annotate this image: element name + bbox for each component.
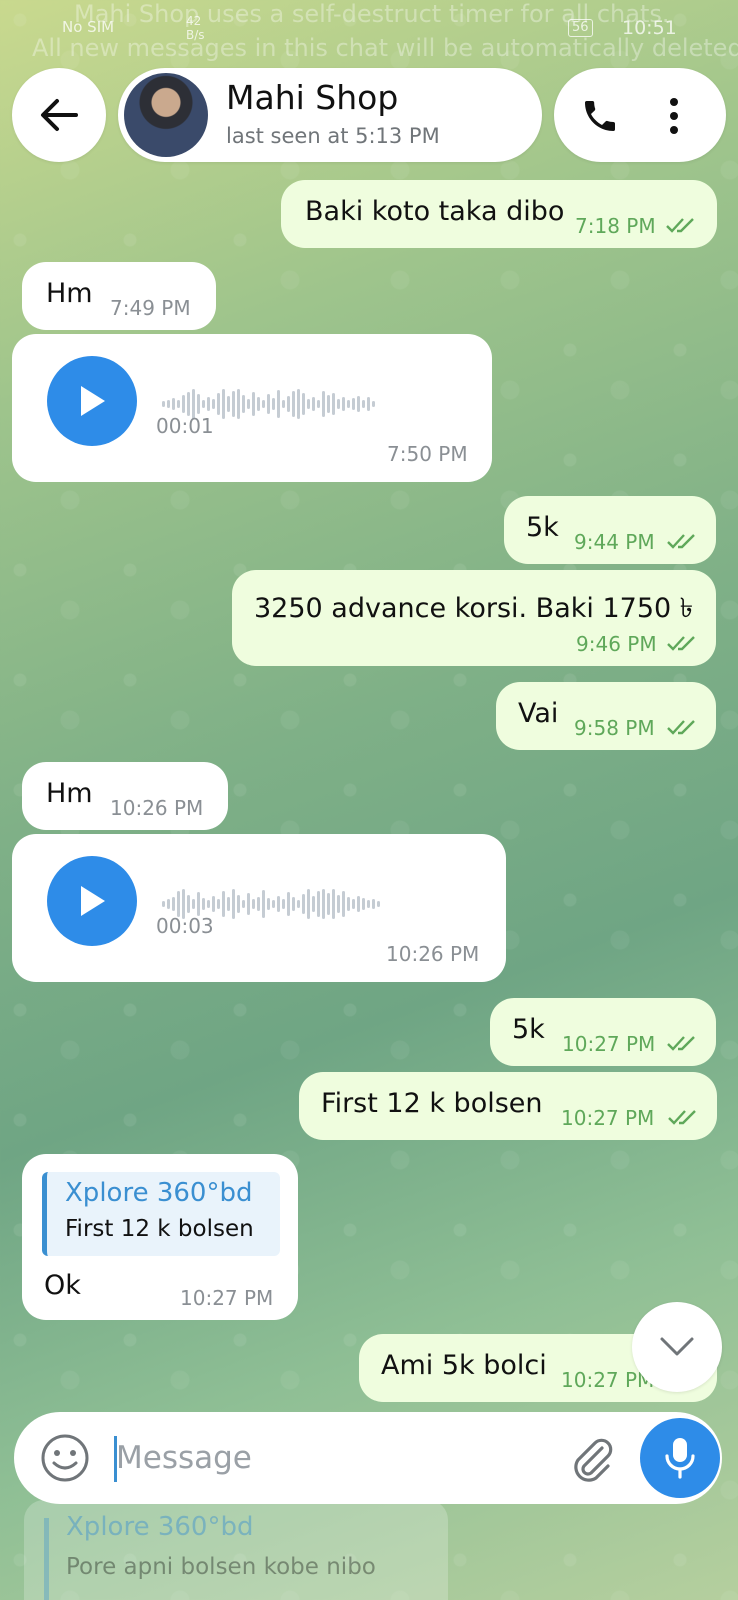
- message-time: 9:46 PM: [576, 632, 657, 656]
- reply-message-incoming[interactable]: Xplore 360°bd First 12 k bolsen Ok 10:27…: [22, 1154, 298, 1320]
- chat-profile-header[interactable]: Mahi Shop last seen at 5:13 PM: [118, 68, 542, 162]
- message-text: First 12 k bolsen: [321, 1088, 543, 1119]
- message-text: Baki koto taka dibo: [305, 196, 565, 227]
- message-time: 7:18 PM: [575, 214, 656, 238]
- back-button[interactable]: [12, 68, 106, 162]
- avatar[interactable]: [124, 73, 208, 157]
- message-text: Ok: [44, 1270, 81, 1301]
- phone-icon[interactable]: [580, 96, 620, 136]
- voice-message-incoming[interactable]: 00:01 7:50 PM: [12, 334, 492, 482]
- self-destruct-notice-line1: Mahi Shop uses a self-destruct timer for…: [74, 0, 670, 28]
- double-check-icon: [667, 720, 695, 735]
- message-time: 10:26 PM: [386, 942, 480, 966]
- mic-icon: [665, 1438, 695, 1479]
- voice-message-incoming[interactable]: 00:03 10:26 PM: [12, 834, 506, 982]
- message-bubble-outgoing[interactable]: Vai 9:58 PM: [496, 682, 716, 750]
- double-check-icon: [668, 1110, 696, 1125]
- play-button[interactable]: [47, 356, 137, 446]
- message-time: 7:49 PM: [110, 296, 191, 320]
- message-bubble-incoming[interactable]: Hm 7:49 PM: [22, 262, 216, 330]
- message-time: 9:58 PM: [574, 716, 655, 740]
- chevron-down-icon: [660, 1337, 694, 1356]
- voice-duration: 00:01: [156, 414, 214, 438]
- message-text: Vai: [518, 698, 559, 729]
- message-bubble-outgoing[interactable]: 5k 9:44 PM: [504, 496, 716, 564]
- contact-name: Mahi Shop: [226, 78, 399, 117]
- last-seen-status: last seen at 5:13 PM: [226, 124, 440, 148]
- quoted-text: First 12 k bolsen: [65, 1216, 254, 1242]
- voice-record-button[interactable]: [640, 1418, 720, 1498]
- attach-icon[interactable]: [568, 1434, 614, 1482]
- background-message-preview: Xplore 360°bd Pore apni bolsen kobe nibo: [24, 1500, 448, 1600]
- message-text: 5k: [526, 512, 559, 543]
- self-destruct-notice-line2: All new messages in this chat will be au…: [32, 34, 738, 62]
- message-text: Hm: [46, 278, 93, 309]
- message-time: 9:44 PM: [574, 530, 655, 554]
- message-text: Hm: [46, 778, 93, 809]
- play-icon: [81, 886, 105, 916]
- double-check-icon: [667, 636, 695, 651]
- more-vertical-icon[interactable]: [664, 96, 684, 136]
- quote-bar: [44, 1518, 49, 1600]
- preview-text: Pore apni bolsen kobe nibo: [66, 1554, 376, 1580]
- message-time: 7:50 PM: [387, 442, 468, 466]
- quoted-reply[interactable]: Xplore 360°bd First 12 k bolsen: [42, 1172, 280, 1256]
- header-actions: [554, 68, 726, 162]
- play-button[interactable]: [47, 856, 137, 946]
- message-bubble-incoming[interactable]: Hm 10:26 PM: [22, 762, 228, 830]
- emoji-icon[interactable]: [40, 1433, 90, 1483]
- message-time: 10:26 PM: [110, 796, 204, 820]
- message-time: 10:27 PM: [562, 1032, 656, 1056]
- double-check-icon: [667, 1036, 695, 1051]
- message-time: 10:27 PM: [180, 1286, 274, 1310]
- message-bubble-outgoing[interactable]: Baki koto taka dibo 7:18 PM: [281, 180, 717, 248]
- message-text: 3250 advance korsi. Baki 1750 ৳: [254, 593, 694, 624]
- message-time: 10:27 PM: [561, 1106, 655, 1130]
- preview-sender-name: Xplore 360°bd: [66, 1512, 254, 1542]
- message-text: 5k: [512, 1014, 545, 1045]
- message-bubble-outgoing[interactable]: 5k 10:27 PM: [490, 998, 716, 1066]
- back-arrow-icon: [41, 99, 78, 131]
- scroll-to-bottom-button[interactable]: [632, 1302, 722, 1392]
- double-check-icon: [666, 218, 694, 233]
- message-bubble-outgoing[interactable]: 3250 advance korsi. Baki 1750 ৳ 9:46 PM: [232, 570, 716, 666]
- quoted-sender-name: Xplore 360°bd: [65, 1178, 253, 1208]
- play-icon: [81, 386, 105, 416]
- message-composer: [14, 1412, 722, 1504]
- message-input[interactable]: [116, 1434, 546, 1482]
- voice-duration: 00:03: [156, 914, 214, 938]
- message-text: Ami 5k bolci: [381, 1350, 547, 1381]
- message-bubble-outgoing[interactable]: First 12 k bolsen 10:27 PM: [299, 1072, 717, 1140]
- double-check-icon: [667, 534, 695, 549]
